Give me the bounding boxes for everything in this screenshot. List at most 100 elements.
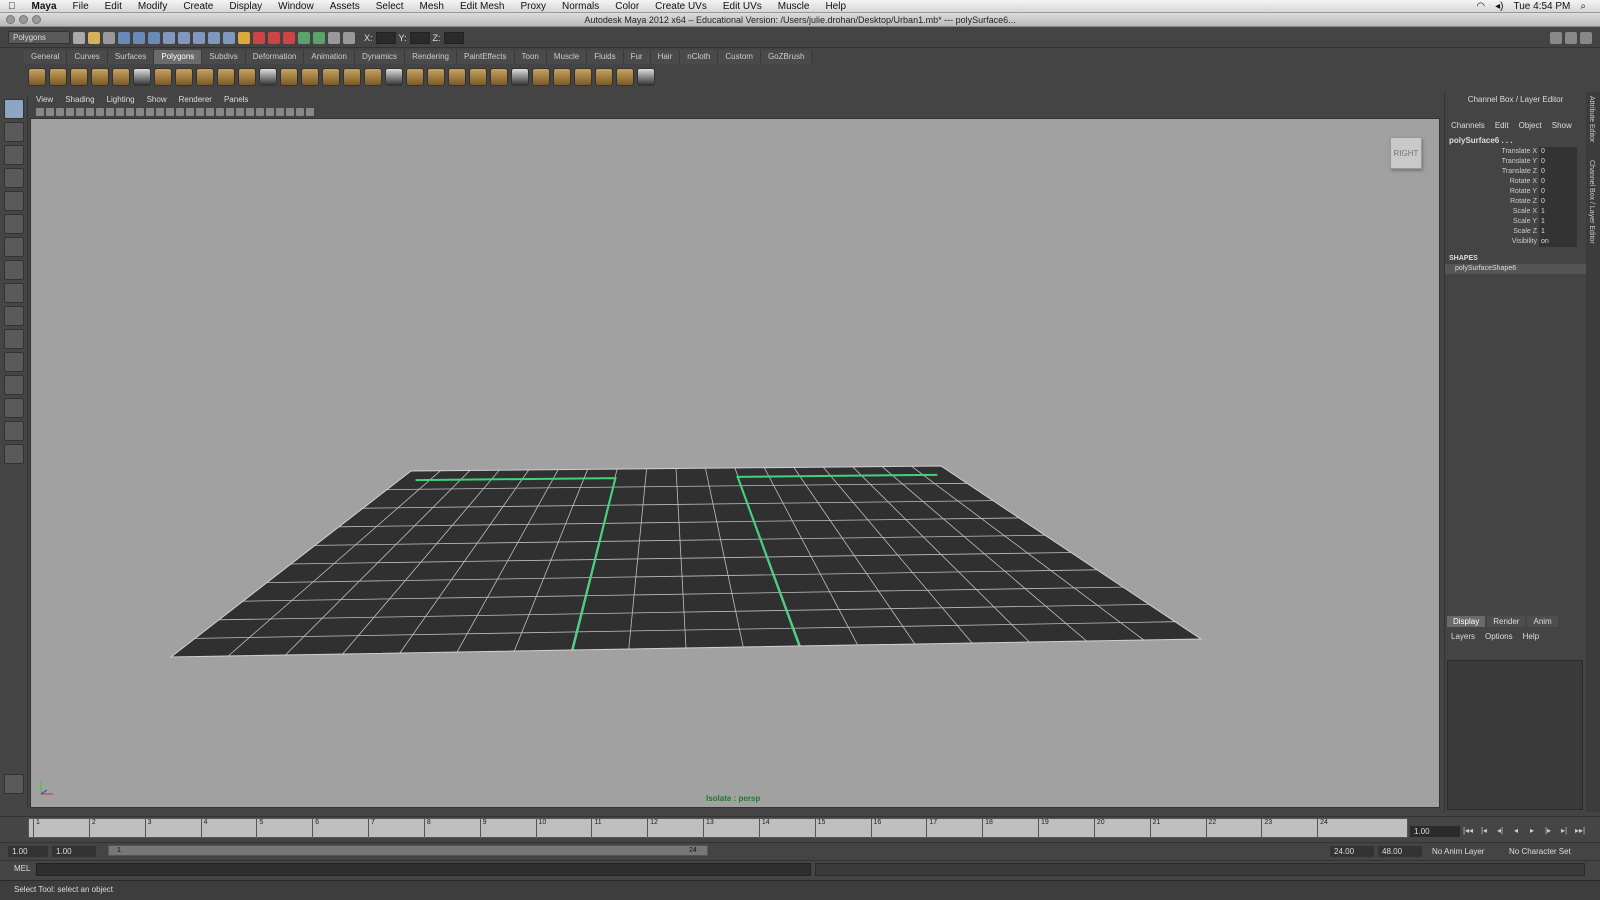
- channel-menu-object[interactable]: Object: [1519, 121, 1542, 130]
- panel-tool-icon[interactable]: [296, 108, 304, 116]
- shelf-tool-icon[interactable]: [28, 68, 46, 86]
- lasso-tool-icon[interactable]: [4, 122, 24, 142]
- new-scene-icon[interactable]: [73, 31, 85, 44]
- step-back-key-icon[interactable]: |◂: [1478, 826, 1490, 836]
- last-tool-icon[interactable]: [4, 306, 24, 326]
- shape-name[interactable]: polySurfaceShape6: [1445, 264, 1586, 274]
- panel-menu-renderer[interactable]: Renderer: [179, 95, 212, 106]
- panel-menu-panels[interactable]: Panels: [224, 95, 248, 106]
- close-window-button[interactable]: [6, 15, 15, 24]
- render-settings-icon[interactable]: [328, 31, 340, 44]
- hypershade-persp-layout-icon[interactable]: [4, 421, 24, 441]
- panel-tool-icon[interactable]: [136, 108, 144, 116]
- playback-end-field[interactable]: 24.00: [1330, 846, 1374, 857]
- channel-value[interactable]: on: [1539, 237, 1577, 247]
- shelf-tool-icon[interactable]: [448, 68, 466, 86]
- select-component-icon[interactable]: [148, 31, 160, 44]
- input-ops-icon[interactable]: [253, 31, 265, 44]
- layer-menu-options[interactable]: Options: [1485, 632, 1513, 641]
- shelf-tool-icon[interactable]: [196, 68, 214, 86]
- animation-end-field[interactable]: 48.00: [1378, 846, 1422, 857]
- x-input[interactable]: [375, 31, 396, 44]
- animation-start-field[interactable]: 1.00: [8, 846, 48, 857]
- y-input[interactable]: [409, 31, 430, 44]
- channel-value[interactable]: 0: [1539, 187, 1577, 197]
- shelf-tab-surfaces[interactable]: Surfaces: [107, 50, 155, 64]
- time-ruler[interactable]: 1 2 3 4 5 6 7 8 9 10 11 12 13 14 15 16 17 18 19 20 21 22 23 24: [28, 818, 1408, 839]
- shelf-tool-icon[interactable]: [154, 68, 172, 86]
- panel-tool-icon[interactable]: [186, 108, 194, 116]
- shelf-tool-icon[interactable]: [532, 68, 550, 86]
- menu-assets[interactable]: Assets: [322, 1, 368, 12]
- step-back-frame-icon[interactable]: ◂|: [1494, 826, 1506, 836]
- snap-curve-icon[interactable]: [193, 31, 205, 44]
- shelf-tab-fluids[interactable]: Fluids: [587, 50, 624, 64]
- rotate-tool-icon[interactable]: [4, 191, 24, 211]
- app-menu[interactable]: Maya: [24, 1, 65, 12]
- panel-menu-shading[interactable]: Shading: [65, 95, 94, 106]
- panel-tool-icon[interactable]: [166, 108, 174, 116]
- shelf-tool-icon[interactable]: [427, 68, 445, 86]
- channel-value[interactable]: 0: [1539, 167, 1577, 177]
- panel-tool-icon[interactable]: [96, 108, 104, 116]
- shelf-tool-icon[interactable]: [637, 68, 655, 86]
- layer-list[interactable]: [1447, 660, 1583, 810]
- panel-tool-icon[interactable]: [116, 108, 124, 116]
- shelf-tool-icon[interactable]: [301, 68, 319, 86]
- hypershade-icon[interactable]: [343, 31, 355, 44]
- channel-value[interactable]: 0: [1539, 177, 1577, 187]
- single-perspective-layout-icon[interactable]: [4, 329, 24, 349]
- panel-tool-icon[interactable]: [46, 108, 54, 116]
- side-tab-attribute-editor[interactable]: Attribute Editor: [1586, 92, 1597, 146]
- panel-menu-lighting[interactable]: Lighting: [107, 95, 135, 106]
- mesh-surface[interactable]: [171, 466, 1201, 657]
- menu-proxy[interactable]: Proxy: [512, 1, 554, 12]
- panel-tool-icon[interactable]: [306, 108, 314, 116]
- shelf-tab-rendering[interactable]: Rendering: [405, 50, 457, 64]
- menu-file[interactable]: File: [65, 1, 97, 12]
- shelf-tab-fur[interactable]: Fur: [623, 50, 651, 64]
- menu-color[interactable]: Color: [607, 1, 647, 12]
- scale-tool-icon[interactable]: [4, 214, 24, 234]
- ipr-render-icon[interactable]: [313, 31, 325, 44]
- z-input[interactable]: [443, 31, 464, 44]
- layout-icon[interactable]: [1550, 31, 1562, 44]
- persp-graph-hypershade-layout-icon[interactable]: [4, 444, 24, 464]
- menu-edit-uvs[interactable]: Edit UVs: [715, 1, 770, 12]
- anim-layer-select[interactable]: No Anim Layer: [1428, 846, 1498, 857]
- volume-icon[interactable]: ◂): [1495, 1, 1503, 12]
- zoom-window-button[interactable]: [32, 15, 41, 24]
- panel-tool-icon[interactable]: [216, 108, 224, 116]
- select-object-icon[interactable]: [133, 31, 145, 44]
- snap-plane-icon[interactable]: [223, 31, 235, 44]
- character-set-select[interactable]: No Character Set: [1505, 846, 1587, 857]
- construction-history-icon[interactable]: [283, 31, 295, 44]
- shelf-tool-icon[interactable]: [91, 68, 109, 86]
- four-view-layout-icon[interactable]: [4, 352, 24, 372]
- shelf-tab-dynamics[interactable]: Dynamics: [354, 50, 406, 64]
- move-tool-icon[interactable]: [4, 168, 24, 188]
- polygon-mesh[interactable]: [31, 119, 1441, 809]
- shelf-tool-icon[interactable]: [49, 68, 67, 86]
- playback-start-field[interactable]: 1.00: [52, 846, 96, 857]
- shelf-tool-icon[interactable]: [553, 68, 571, 86]
- menu-help[interactable]: Help: [817, 1, 854, 12]
- panel-tool-icon[interactable]: [146, 108, 154, 116]
- panel-tool-icon[interactable]: [276, 108, 284, 116]
- shelf-tool-icon[interactable]: [406, 68, 424, 86]
- channel-value[interactable]: 1: [1539, 227, 1577, 237]
- panel-tool-icon[interactable]: [266, 108, 274, 116]
- layer-tab-anim[interactable]: Anim: [1527, 616, 1558, 627]
- shelf-tool-icon[interactable]: [511, 68, 529, 86]
- panel-tool-icon[interactable]: [106, 108, 114, 116]
- wifi-icon[interactable]: ◠: [1476, 1, 1485, 12]
- shelf-tool-icon[interactable]: [175, 68, 193, 86]
- script-editor-icon[interactable]: [4, 774, 24, 794]
- shelf-tab-curves[interactable]: Curves: [67, 50, 108, 64]
- shelf-tool-icon[interactable]: [217, 68, 235, 86]
- menu-muscle[interactable]: Muscle: [770, 1, 818, 12]
- panel-menu-view[interactable]: View: [36, 95, 53, 106]
- shelf-tab-general[interactable]: General: [24, 50, 68, 64]
- menu-create[interactable]: Create: [175, 1, 221, 12]
- menu-clock[interactable]: Tue 4:54 PM: [1514, 1, 1571, 12]
